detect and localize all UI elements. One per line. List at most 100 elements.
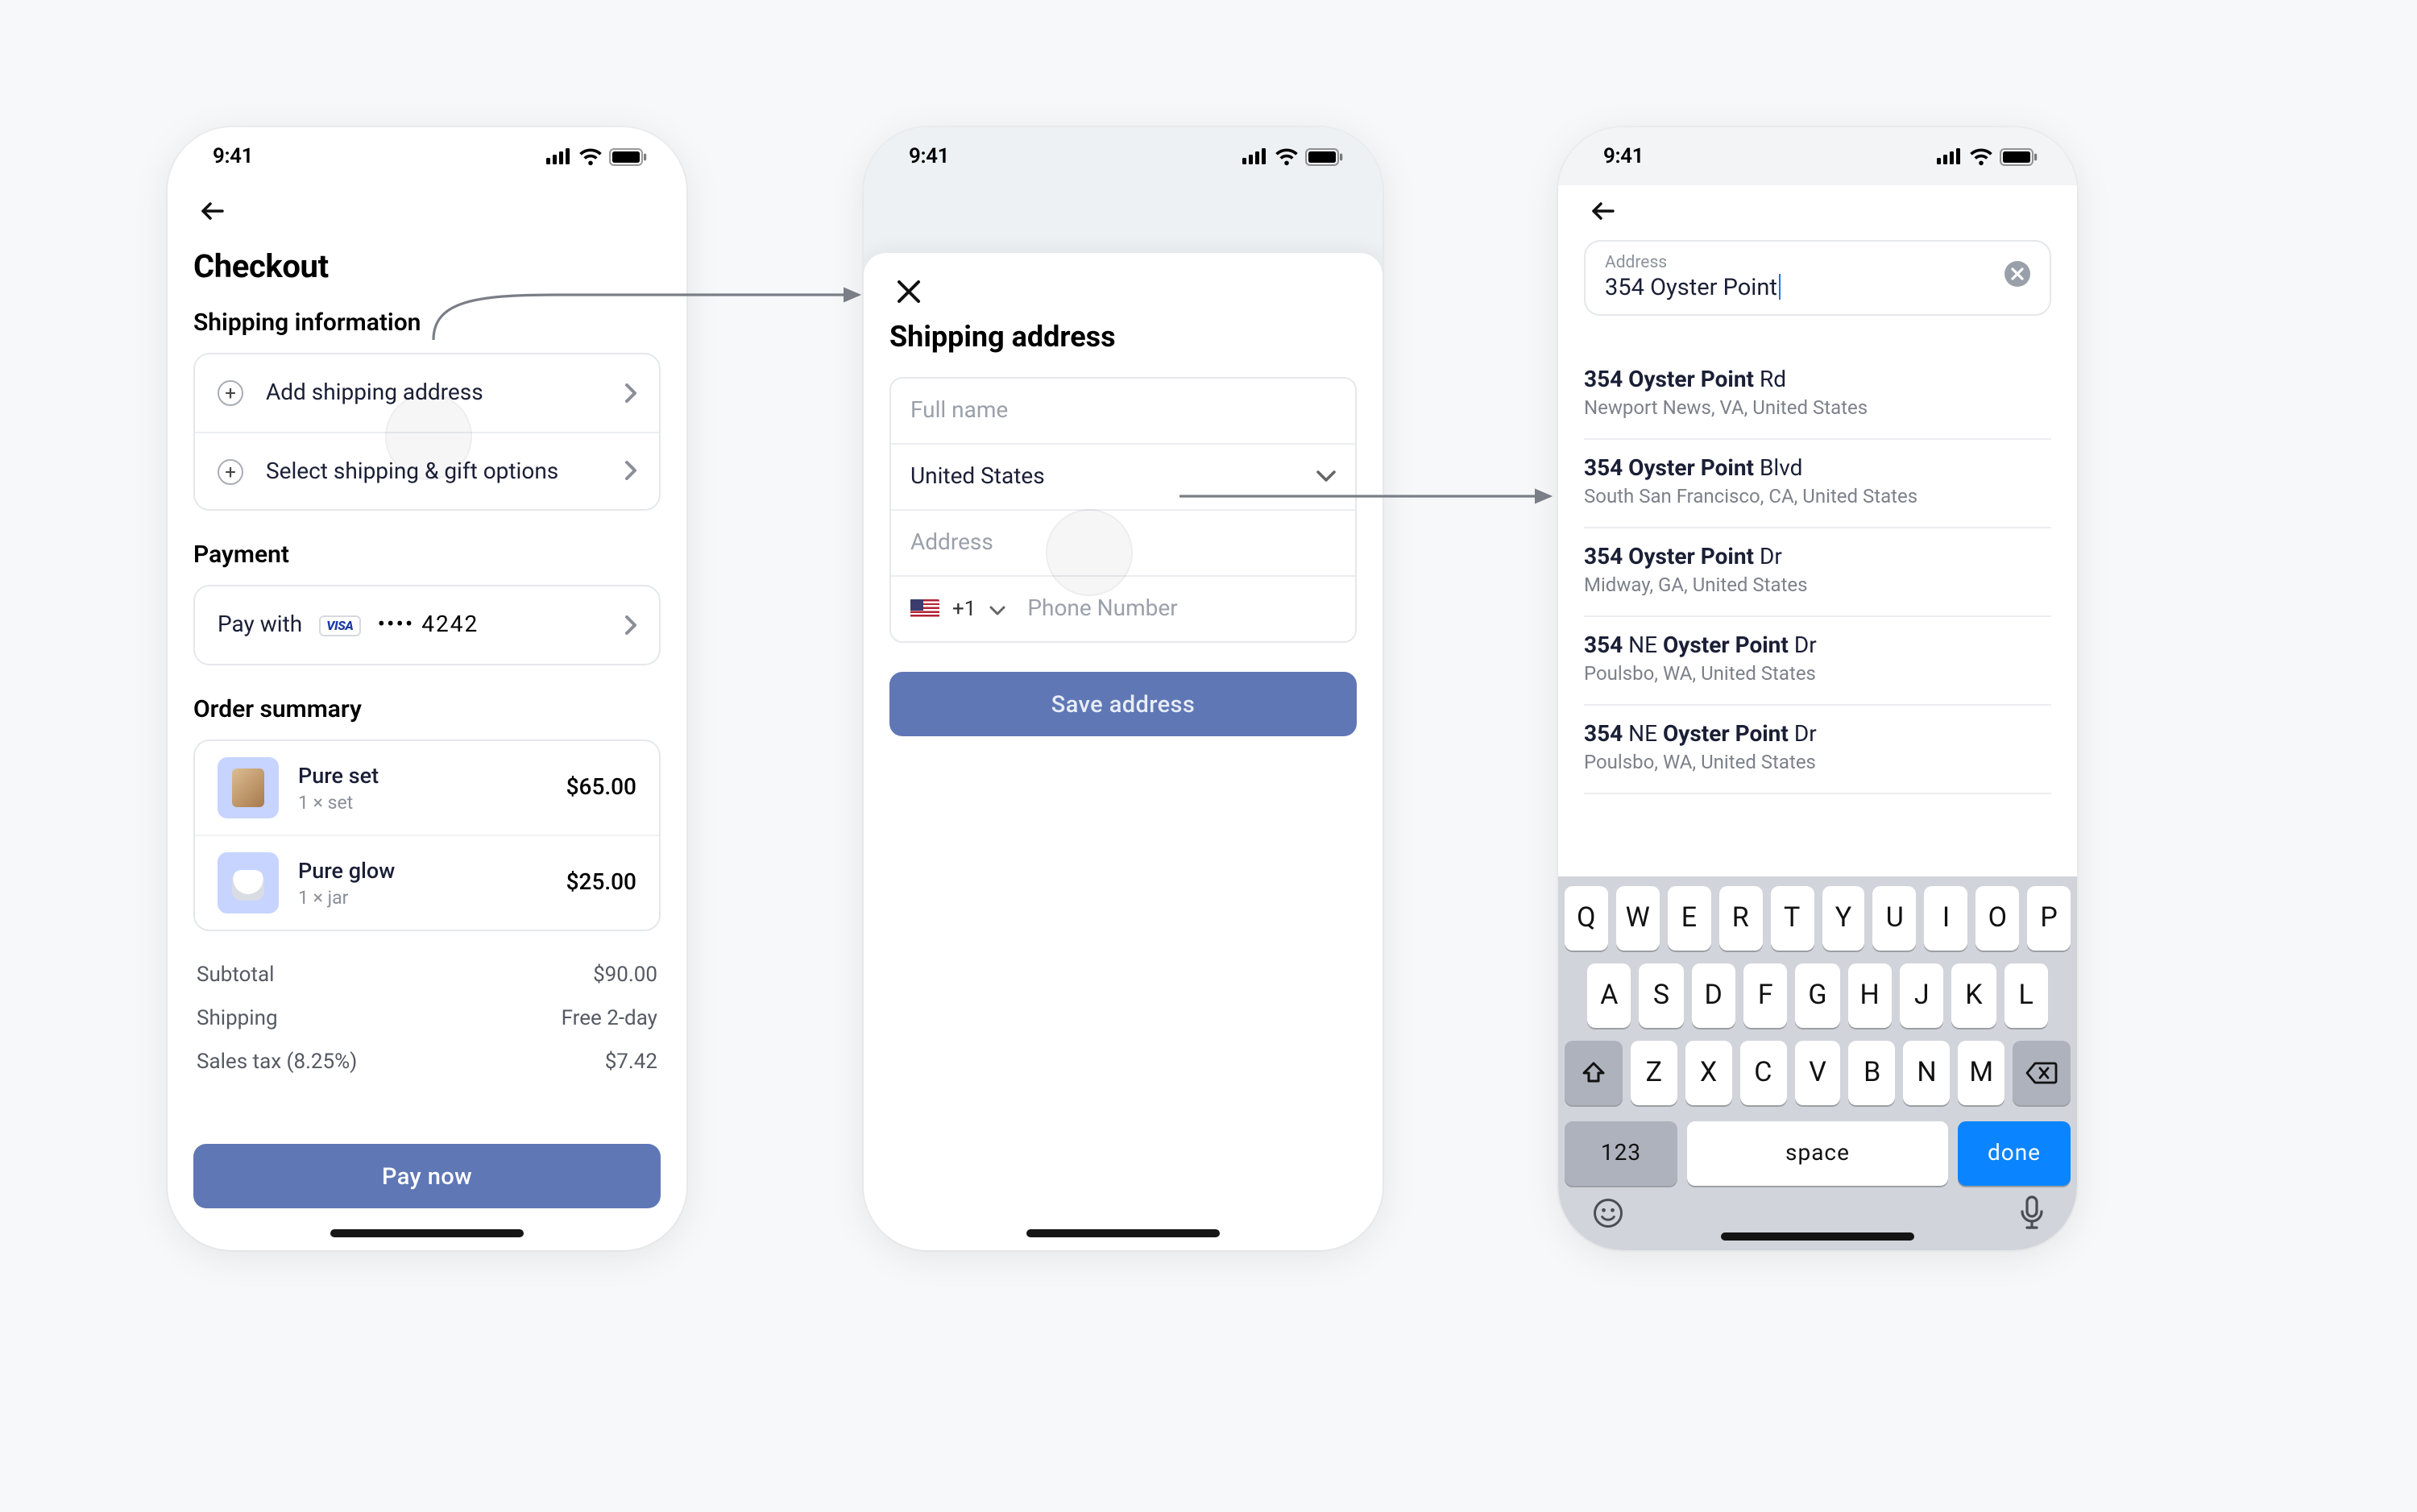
select-shipping-options-row[interactable]: + Select shipping & gift options xyxy=(195,432,659,509)
product-sub: 1 × set xyxy=(298,790,547,813)
backspace-key[interactable] xyxy=(2013,1041,2071,1105)
suggestion-row[interactable]: 354 Oyster Point Rd Newport News, VA, Uni… xyxy=(1584,351,2051,440)
value: $7.42 xyxy=(605,1050,657,1075)
suggestion-main: 354 Oyster Point Rd xyxy=(1584,367,2051,393)
space-key[interactable]: space xyxy=(1687,1121,1948,1186)
label: Sales tax (8.25%) xyxy=(197,1050,357,1075)
country-select[interactable]: United States xyxy=(891,443,1355,509)
suggestion-main: 354 Oyster Point Dr xyxy=(1584,545,2051,570)
clear-button[interactable] xyxy=(2004,261,2030,293)
key-g[interactable]: G xyxy=(1796,963,1840,1028)
suggestion-sub: Poulsbo, WA, United States xyxy=(1584,751,2051,773)
page-title: Checkout xyxy=(193,246,661,285)
product-sub: 1 × jar xyxy=(298,885,547,908)
key-x[interactable]: X xyxy=(1685,1041,1732,1105)
home-indicator xyxy=(1026,1229,1220,1237)
chevron-down-icon xyxy=(989,596,1005,622)
status-time: 9:41 xyxy=(213,144,253,168)
chevron-down-icon xyxy=(1316,464,1336,490)
pay-now-button[interactable]: Pay now xyxy=(193,1144,661,1208)
address-field[interactable]: Address xyxy=(891,509,1355,575)
status-bar: 9:41 xyxy=(864,127,1383,185)
key-s[interactable]: S xyxy=(1640,963,1684,1028)
status-bar: 9:41 xyxy=(1558,127,2077,185)
key-n[interactable]: N xyxy=(1904,1041,1951,1105)
product-name: Pure glow xyxy=(298,858,547,884)
fullname-field[interactable]: Full name xyxy=(891,379,1355,443)
suggestion-row[interactable]: 354 Oyster Point BlvdSouth San Francisco… xyxy=(1584,440,2051,528)
shipping-section-heading: Shipping information xyxy=(193,308,661,337)
flag-usa-icon xyxy=(910,599,939,619)
card-mask: •••• 4242 xyxy=(378,612,479,638)
placeholder: Phone Number xyxy=(1027,596,1177,622)
suggestion-sub: Newport News, VA, United States xyxy=(1584,396,2051,419)
suggestion-row[interactable]: 354 NE Oyster Point DrPoulsbo, WA, Unite… xyxy=(1584,706,2051,794)
battery-icon xyxy=(1305,147,1344,165)
suggestion-list: 354 Oyster Point Rd Newport News, VA, Uni… xyxy=(1558,351,2077,794)
key-u[interactable]: U xyxy=(1873,886,1917,951)
key-q[interactable]: Q xyxy=(1565,886,1608,951)
key-j[interactable]: J xyxy=(1900,963,1944,1028)
key-m[interactable]: M xyxy=(1958,1041,2004,1105)
key-f[interactable]: F xyxy=(1743,963,1788,1028)
battery-icon xyxy=(609,147,648,165)
back-button[interactable] xyxy=(193,192,232,230)
selected-value: United States xyxy=(910,464,1045,490)
plus-icon: + xyxy=(218,380,243,406)
shift-key[interactable] xyxy=(1565,1041,1623,1105)
phone-field[interactable]: +1 Phone Number xyxy=(891,575,1355,641)
value: Free 2-day xyxy=(562,1007,657,1031)
key-w[interactable]: W xyxy=(1616,886,1660,951)
row-label: Add shipping address xyxy=(266,380,624,406)
key-y[interactable]: Y xyxy=(1822,886,1865,951)
status-time: 9:41 xyxy=(1603,144,1644,168)
key-o[interactable]: O xyxy=(1975,886,2019,951)
product-price: $25.00 xyxy=(566,870,636,896)
key-r[interactable]: R xyxy=(1718,886,1762,951)
address-search-input[interactable]: Address 354 Oyster Point xyxy=(1584,240,2051,316)
emoji-key[interactable] xyxy=(1590,1195,1626,1237)
suggestion-row[interactable]: 354 NE Oyster Point Dr Poulsbo, WA, Unite… xyxy=(1584,617,2051,706)
label: Subtotal xyxy=(197,963,274,988)
product-thumbnail xyxy=(218,757,279,818)
product-thumbnail xyxy=(218,852,279,913)
dial-code: +1 xyxy=(952,597,976,621)
close-button[interactable] xyxy=(889,272,928,311)
field-label: Address xyxy=(1605,251,1992,272)
done-key[interactable]: done xyxy=(1958,1121,2071,1186)
card-brand-badge: VISA xyxy=(318,615,361,636)
key-v[interactable]: V xyxy=(1794,1041,1841,1105)
save-address-button[interactable]: Save address xyxy=(889,672,1357,736)
placeholder: Address xyxy=(910,530,993,556)
numbers-key[interactable]: 123 xyxy=(1565,1121,1677,1186)
key-d[interactable]: D xyxy=(1691,963,1735,1028)
key-a[interactable]: A xyxy=(1587,963,1631,1028)
key-z[interactable]: Z xyxy=(1631,1041,1677,1105)
wifi-icon xyxy=(1275,147,1299,165)
suggestion-sub: South San Francisco, CA, United States xyxy=(1584,485,2051,507)
battery-icon xyxy=(2000,147,2038,165)
status-time: 9:41 xyxy=(909,144,949,168)
key-l[interactable]: L xyxy=(2004,963,2048,1028)
chevron-right-icon xyxy=(624,456,636,487)
chevron-right-icon xyxy=(624,378,636,408)
key-i[interactable]: I xyxy=(1925,886,1968,951)
add-shipping-address-row[interactable]: + Add shipping address xyxy=(195,354,659,432)
key-e[interactable]: E xyxy=(1668,886,1711,951)
suggestion-main: 354 NE Oyster Point Dr xyxy=(1584,633,2051,659)
subtotal-row: Subtotal$90.00 xyxy=(197,954,657,997)
mic-key[interactable] xyxy=(2019,1195,2045,1237)
key-p[interactable]: P xyxy=(2027,886,2071,951)
wifi-icon xyxy=(1969,147,1993,165)
key-c[interactable]: C xyxy=(1739,1041,1786,1105)
payment-method-row[interactable]: Pay with VISA •••• 4242 xyxy=(195,586,659,664)
row-label: Select shipping & gift options xyxy=(266,458,624,484)
back-button[interactable] xyxy=(1584,192,1623,230)
key-b[interactable]: B xyxy=(1849,1041,1896,1105)
suggestion-row[interactable]: 354 Oyster Point DrMidway, GA, United St… xyxy=(1584,528,2051,617)
key-k[interactable]: K xyxy=(1952,963,1996,1028)
payment-section-heading: Payment xyxy=(193,540,661,569)
key-t[interactable]: T xyxy=(1770,886,1814,951)
suggestion-sub: Poulsbo, WA, United States xyxy=(1584,662,2051,685)
key-h[interactable]: H xyxy=(1847,963,1892,1028)
